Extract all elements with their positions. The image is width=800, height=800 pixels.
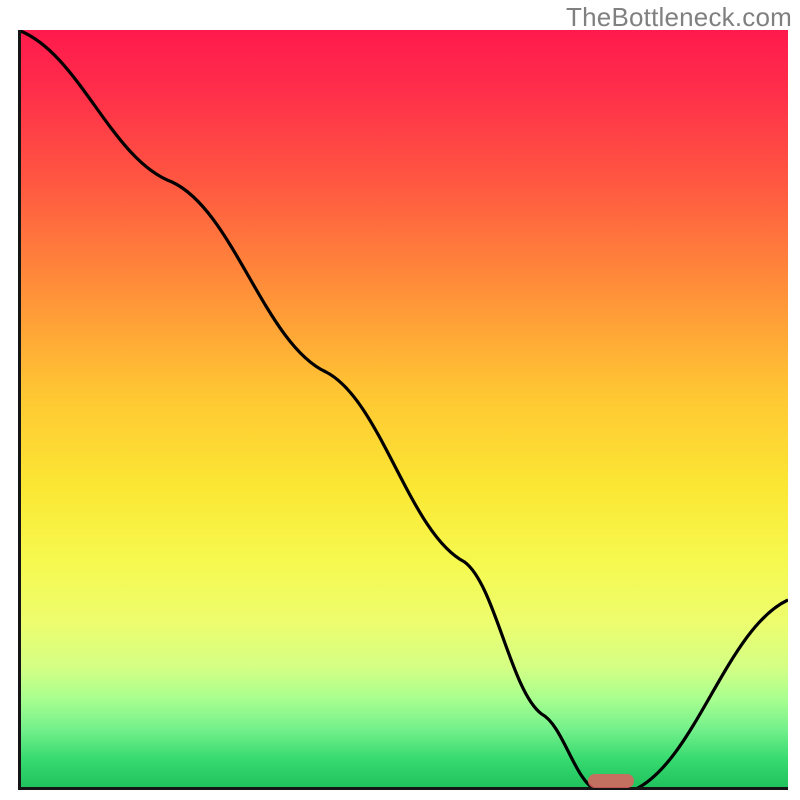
watermark-text: TheBottleneck.com (566, 2, 792, 33)
chart-wrapper: { "watermark": { "text": "TheBottleneck.… (0, 0, 800, 800)
x-axis-line (18, 787, 788, 790)
bottleneck-curve (18, 30, 788, 790)
bottleneck-curve-path (18, 30, 788, 790)
current-config-marker (588, 774, 634, 788)
y-axis-line (18, 30, 21, 790)
